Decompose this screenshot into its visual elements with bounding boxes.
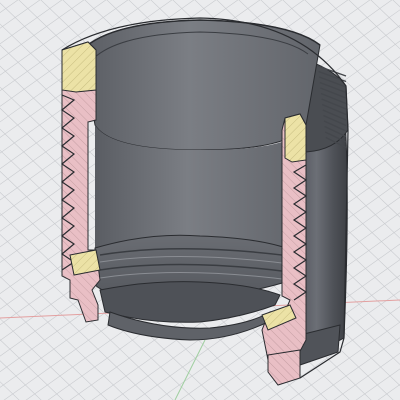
grid-line: [0, 0, 24, 400]
grid-line: [0, 381, 20, 400]
grid-line: [0, 360, 42, 400]
section-cut-left[interactable]: [60, 41, 101, 323]
grid-line: [0, 0, 41, 29]
cad-scene[interactable]: [0, 0, 400, 400]
3d-viewport[interactable]: [0, 0, 400, 400]
